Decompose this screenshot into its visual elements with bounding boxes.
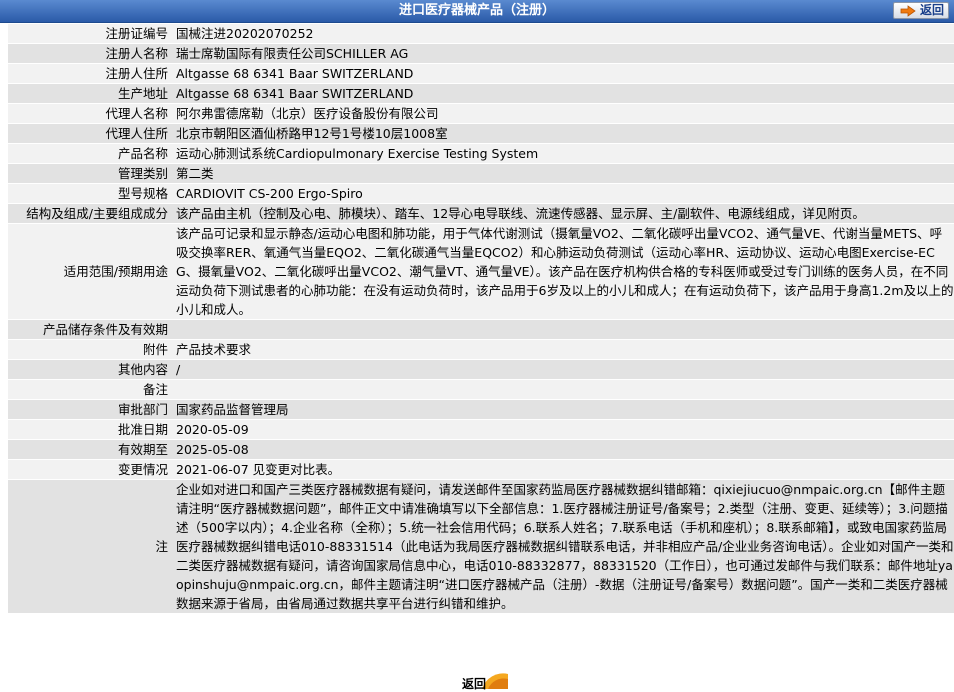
row-agent-address: 代理人住所 北京市朝阳区酒仙桥路甲12号1号楼10层1008室 [8, 124, 954, 143]
field-label: 审批部门 [8, 400, 172, 419]
field-value: Altgasse 68 6341 Baar SWITZERLAND [172, 64, 954, 83]
field-label: 产品储存条件及有效期 [8, 320, 172, 339]
field-value: 国械注进20202070252 [172, 24, 954, 43]
field-value: 北京市朝阳区酒仙桥路甲12号1号楼10层1008室 [172, 124, 954, 143]
field-value: 国家药品监督管理局 [172, 400, 954, 419]
registration-info-table: 注册证编号 国械注进20202070252 注册人名称 瑞士席勒国际有限责任公司… [8, 23, 954, 614]
field-label: 管理类别 [8, 164, 172, 183]
row-attachment: 附件 产品技术要求 [8, 340, 954, 359]
field-label: 注册人名称 [8, 44, 172, 63]
field-label: 产品名称 [8, 144, 172, 163]
field-value: 该产品可记录和显示静态/运动心电图和肺功能，用于气体代谢测试（摄氧量VO2、二氧… [172, 224, 954, 319]
field-label: 备注 [8, 380, 172, 399]
page-title: 进口医疗器械产品（注册） [398, 3, 555, 18]
row-production-address: 生产地址 Altgasse 68 6341 Baar SWITZERLAND [8, 84, 954, 103]
page-header: 进口医疗器械产品（注册） 返回 [0, 0, 954, 23]
field-label: 代理人名称 [8, 104, 172, 123]
field-value: 2025-05-08 [172, 440, 954, 459]
field-value: 瑞士席勒国际有限责任公司SCHILLER AG [172, 44, 954, 63]
row-intended-use: 适用范围/预期用途 该产品可记录和显示静态/运动心电图和肺功能，用于气体代谢测试… [8, 224, 954, 319]
field-label: 注册人住所 [8, 64, 172, 83]
row-note: 注 企业如对进口和国产三类医疗器械数据有疑问，请发送邮件至国家药监局医疗器械数据… [8, 480, 954, 613]
row-approval-department: 审批部门 国家药品监督管理局 [8, 400, 954, 419]
row-approval-date: 批准日期 2020-05-09 [8, 420, 954, 439]
field-value [172, 320, 954, 339]
field-label: 代理人住所 [8, 124, 172, 143]
back-button-top[interactable]: 返回 [893, 2, 949, 19]
field-label: 其他内容 [8, 360, 172, 379]
field-value [172, 380, 954, 399]
field-value: 产品技术要求 [172, 340, 954, 359]
field-value: 企业如对进口和国产三类医疗器械数据有疑问，请发送邮件至国家药监局医疗器械数据纠错… [172, 480, 954, 613]
row-change-status: 变更情况 2021-06-07 见变更对比表。 [8, 460, 954, 479]
field-label: 附件 [8, 340, 172, 359]
field-value: 运动心肺测试系统Cardiopulmonary Exercise Testing… [172, 144, 954, 163]
field-value: 阿尔弗雷德席勒（北京）医疗设备股份有限公司 [172, 104, 954, 123]
back-button-label: 返回 [920, 3, 945, 17]
field-label: 生产地址 [8, 84, 172, 103]
row-other-content: 其他内容 / [8, 360, 954, 379]
back-button-bottom[interactable]: 返回 [452, 666, 508, 691]
field-label: 注 [8, 480, 172, 613]
field-value: CARDIOVIT CS-200 Ergo-Spiro [172, 184, 954, 203]
row-agent-name: 代理人名称 阿尔弗雷德席勒（北京）医疗设备股份有限公司 [8, 104, 954, 123]
field-label: 型号规格 [8, 184, 172, 203]
row-structure-composition: 结构及组成/主要组成成分 该产品由主机（控制及心电、肺模块）、踏车、12导心电导… [8, 204, 954, 223]
field-value: 第二类 [172, 164, 954, 183]
field-label: 注册证编号 [8, 24, 172, 43]
field-label: 有效期至 [8, 440, 172, 459]
row-registrant-name: 注册人名称 瑞士席勒国际有限责任公司SCHILLER AG [8, 44, 954, 63]
row-remarks: 备注 [8, 380, 954, 399]
field-value: Altgasse 68 6341 Baar SWITZERLAND [172, 84, 954, 103]
field-label: 适用范围/预期用途 [8, 224, 172, 319]
field-value: / [172, 360, 954, 379]
arrow-right-icon [900, 5, 916, 17]
field-value: 该产品由主机（控制及心电、肺模块）、踏车、12导心电导联线、流速传感器、显示屏、… [172, 204, 954, 223]
back-button-label: 返回 [462, 677, 487, 691]
row-storage-conditions: 产品储存条件及有效期 [8, 320, 954, 339]
field-value: 2021-06-07 见变更对比表。 [172, 460, 954, 479]
row-valid-until: 有效期至 2025-05-08 [8, 440, 954, 459]
row-product-name: 产品名称 运动心肺测试系统Cardiopulmonary Exercise Te… [8, 144, 954, 163]
field-value: 2020-05-09 [172, 420, 954, 439]
field-label: 批准日期 [8, 420, 172, 439]
row-registrant-address: 注册人住所 Altgasse 68 6341 Baar SWITZERLAND [8, 64, 954, 83]
row-registration-number: 注册证编号 国械注进20202070252 [8, 24, 954, 43]
row-model-spec: 型号规格 CARDIOVIT CS-200 Ergo-Spiro [8, 184, 954, 203]
row-management-category: 管理类别 第二类 [8, 164, 954, 183]
field-label: 变更情况 [8, 460, 172, 479]
field-label: 结构及组成/主要组成成分 [8, 204, 172, 223]
